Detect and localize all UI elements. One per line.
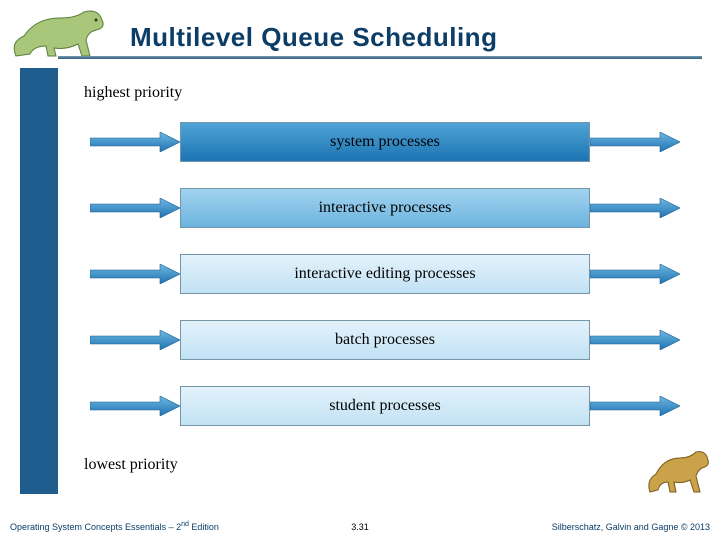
queue-box: batch processes [180, 320, 590, 360]
footer-page-number: 3.31 [320, 522, 400, 532]
slide-footer: Operating System Concepts Essentials – 2… [0, 498, 720, 540]
slide: Multilevel Queue Scheduling highest prio… [0, 0, 720, 540]
arrow-out-icon [590, 264, 680, 284]
footer-left-sup: nd [181, 521, 189, 528]
slide-title: Multilevel Queue Scheduling [130, 22, 497, 53]
queue-box: student processes [180, 386, 590, 426]
footer-right: Silberschatz, Galvin and Gagne © 2013 [400, 522, 710, 532]
label-lowest-priority: lowest priority [84, 456, 178, 474]
arrow-in-icon [90, 132, 180, 152]
queue-box: system processes [180, 122, 590, 162]
footer-left-suffix: Edition [189, 522, 219, 532]
title-underline [58, 56, 702, 59]
footer-left: Operating System Concepts Essentials – 2… [10, 521, 320, 532]
slide-body: highest priority system processes interac… [70, 78, 690, 480]
arrow-out-icon [590, 198, 680, 218]
slide-header: Multilevel Queue Scheduling [0, 0, 720, 68]
arrow-in-icon [90, 264, 180, 284]
queue-box: interactive processes [180, 188, 590, 228]
dinosaur-icon [644, 448, 714, 496]
arrow-out-icon [590, 396, 680, 416]
left-sidebar-strip [20, 68, 58, 494]
queue-row: student processes [90, 386, 680, 426]
queue-row: interactive processes [90, 188, 680, 228]
arrow-in-icon [90, 396, 180, 416]
queue-row: batch processes [90, 320, 680, 360]
arrow-out-icon [590, 132, 680, 152]
footer-left-prefix: Operating System Concepts Essentials – 2 [10, 522, 181, 532]
arrow-out-icon [590, 330, 680, 350]
queue-row: system processes [90, 122, 680, 162]
arrow-in-icon [90, 330, 180, 350]
queue-row: interactive editing processes [90, 254, 680, 294]
queue-box: interactive editing processes [180, 254, 590, 294]
label-highest-priority: highest priority [84, 84, 182, 102]
queue-diagram: system processes interactive processes int… [90, 122, 680, 426]
arrow-in-icon [90, 198, 180, 218]
